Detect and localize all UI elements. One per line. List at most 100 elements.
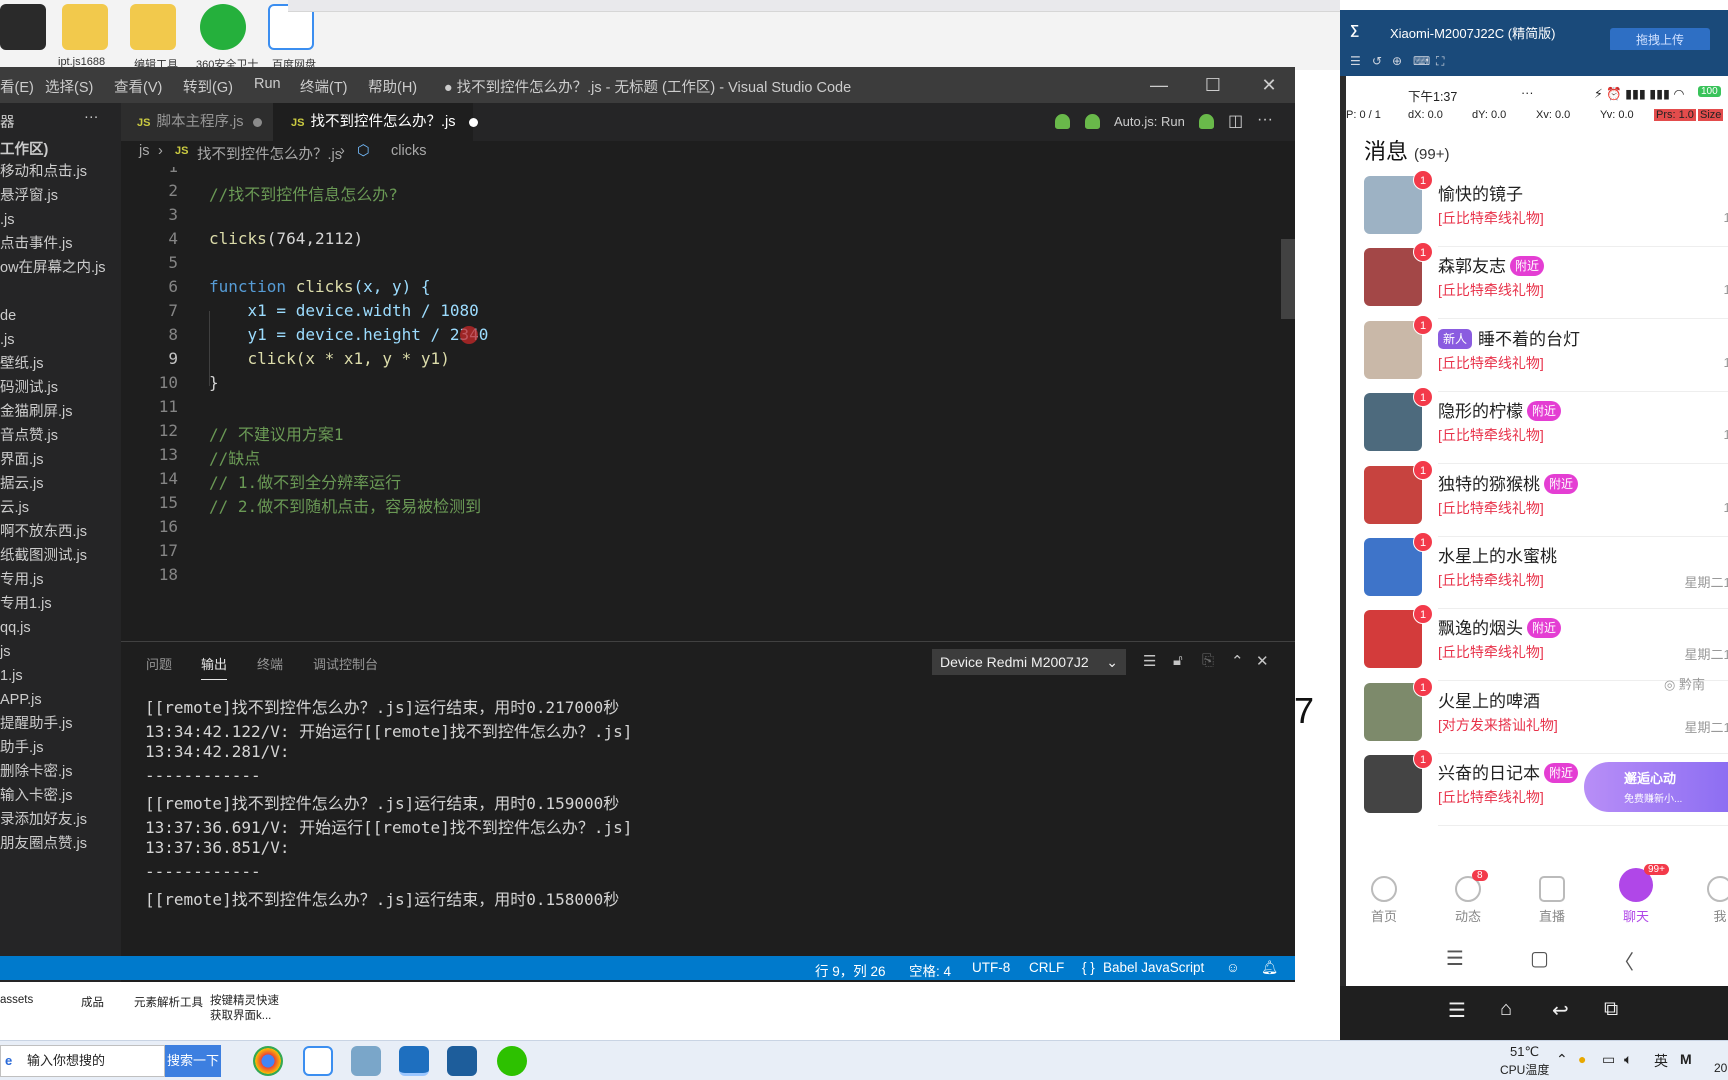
desktop-label[interactable]: 成品 — [81, 994, 104, 1010]
nav-me[interactable]: 我 — [1690, 876, 1728, 925]
chat-list-item[interactable]: 1独特的猕猴桃附近[丘比特牵线礼物]13 — [1346, 459, 1728, 546]
split-editor-icon[interactable]: ◫ — [1228, 111, 1243, 131]
ime-icon[interactable]: M — [1680, 1051, 1692, 1067]
end-of-line[interactable]: CRLF — [1029, 960, 1064, 975]
desktop-label[interactable]: 元素解析工具 — [134, 994, 203, 1010]
phone-screen[interactable]: 下午1:37 ··· ⚡ ⏰ ▮▮▮ ▮▮▮ ◠ 100 P: 0 / 1 dX… — [1346, 76, 1728, 986]
file-item[interactable]: APP.js — [0, 689, 121, 711]
file-item[interactable]: qq.js — [0, 617, 121, 639]
desktop-label[interactable]: 按键精灵快速获取界面k... — [210, 994, 290, 1024]
chrome-icon[interactable] — [253, 1046, 283, 1076]
chat-list-item[interactable]: 1森郭友志附近 [丘比特牵线礼物] 13 — [1346, 242, 1728, 328]
network-icon[interactable]: ▭ — [1602, 1051, 1615, 1068]
workspace-root[interactable]: 工作区) — [0, 139, 121, 161]
clock[interactable]: 20 — [1714, 1061, 1727, 1075]
nav-live[interactable]: 直播 — [1522, 876, 1582, 925]
file-item[interactable]: 壁纸.js — [0, 353, 121, 375]
chat-list-item[interactable]: 1 愉快的镜子 [丘比特牵线礼物] 13 — [1346, 170, 1728, 256]
tab-debug-console[interactable]: 调试控制台 — [313, 654, 378, 673]
breadcrumb-file[interactable]: 找不到控件怎么办？.js — [197, 143, 342, 164]
back-icon[interactable]: ↩ — [1552, 998, 1569, 1023]
output-channel-select[interactable]: Device Redmi M2007J2 ⌄ — [932, 649, 1126, 675]
notifications-bell-icon[interactable]: 🔔︎ — [1261, 960, 1278, 976]
file-item[interactable]: 界面.js — [0, 449, 121, 471]
list-icon[interactable]: ☰ — [1350, 54, 1361, 68]
file-item[interactable]: 啊不放东西.js — [0, 521, 121, 543]
autojs-plugin-icon[interactable] — [1199, 113, 1214, 130]
fullscreen-icon[interactable]: ⛶ — [1436, 54, 1444, 69]
file-encoding[interactable]: UTF-8 — [972, 960, 1010, 975]
more-actions-icon[interactable]: ··· — [1257, 111, 1273, 129]
file-item[interactable]: 点击事件.js — [0, 233, 121, 255]
language-mode[interactable]: Babel JavaScript — [1103, 960, 1204, 975]
chat-list-item[interactable]: 1隐形的柠檬附近 [丘比特牵线礼物] 13 — [1346, 387, 1728, 473]
breadcrumb-symbol[interactable]: clicks — [391, 143, 426, 159]
file-item[interactable]: 专用1.js — [0, 593, 121, 615]
clear-output-icon[interactable]: ☰ — [1143, 652, 1156, 670]
chat-list-item[interactable]: 1火星上的啤酒 [对方发来搭讪礼物] 星期二15 — [1346, 676, 1728, 763]
more-actions-icon[interactable]: ··· — [84, 109, 99, 125]
file-item[interactable]: .js — [0, 209, 121, 231]
file-item[interactable]: 移动和点击.js — [0, 161, 121, 183]
unsaved-dot-icon[interactable] — [253, 117, 263, 127]
chevron-up-icon[interactable]: ⌃ — [1556, 1051, 1568, 1068]
recent-apps-icon[interactable]: ⧉ — [1604, 998, 1618, 1021]
file-item[interactable]: 提醒助手.js — [0, 713, 121, 735]
keyboard-icon[interactable]: ⌨ — [1413, 54, 1430, 68]
file-item[interactable]: js — [0, 641, 121, 663]
security-guard-icon[interactable] — [200, 4, 246, 50]
nav-chat[interactable]: 聊天 99+ — [1606, 864, 1669, 925]
file-item[interactable]: .js — [0, 329, 121, 351]
cursor-position[interactable]: 行 9，列 26 — [815, 960, 886, 980]
app-shortcut-icon[interactable] — [0, 4, 46, 50]
close-panel-icon[interactable]: ✕ — [1256, 652, 1269, 670]
home-icon[interactable]: ▢ — [1530, 946, 1549, 971]
file-item[interactable]: ow在屏幕之内.js — [0, 257, 121, 279]
folder-icon[interactable] — [130, 4, 176, 50]
autojs-plugin-icon[interactable] — [1055, 113, 1070, 130]
input-language[interactable]: 英 — [1654, 1051, 1668, 1071]
zoom-icon[interactable]: ⊕ — [1392, 54, 1402, 68]
editor-scrollbar[interactable] — [1281, 239, 1295, 319]
file-item[interactable]: 朋友圈点赞.js — [0, 833, 121, 855]
close-button[interactable]: ✕ — [1249, 71, 1289, 99]
search-button[interactable]: 搜索一下 — [165, 1045, 221, 1077]
tab-output[interactable]: 输出 — [201, 654, 228, 680]
breadcrumb-folder[interactable]: js — [139, 143, 149, 159]
feedback-icon[interactable]: ☺ — [1226, 960, 1240, 975]
autojs-plugin-icon[interactable] — [1085, 113, 1100, 130]
file-item[interactable]: 输入卡密.js — [0, 785, 121, 807]
autojs-run-button[interactable]: Auto.js: Run — [1114, 114, 1185, 129]
menu-icon[interactable]: ☰ — [1446, 946, 1464, 971]
folder-icon[interactable] — [62, 4, 108, 50]
file-item[interactable]: 1.js — [0, 665, 121, 687]
home-icon[interactable]: ⌂ — [1500, 998, 1512, 1021]
nav-moments[interactable]: 动态 8 — [1438, 870, 1498, 925]
open-editor-icon[interactable]: ⎘ — [1202, 652, 1214, 669]
unsaved-dot-icon[interactable] — [469, 117, 479, 127]
file-item[interactable]: 据云.js — [0, 473, 121, 495]
cloud-drive-icon[interactable] — [303, 1046, 333, 1076]
menu-icon[interactable]: ☰ — [1448, 998, 1466, 1023]
file-item[interactable]: 金猫刷屏.js — [0, 401, 121, 423]
back-icon[interactable]: 〈 — [1614, 946, 1634, 975]
rotate-icon[interactable]: ↺ — [1372, 54, 1382, 68]
file-item[interactable]: 音点赞.js — [0, 425, 121, 447]
file-item[interactable]: 纸截图测试.js — [0, 545, 121, 567]
file-item[interactable]: de — [0, 305, 121, 327]
chat-list-item[interactable]: 1 水星上的水蜜桃 [丘比特牵线礼物] 星期二15 — [1346, 532, 1728, 618]
maximize-panel-icon[interactable]: ⌃ — [1231, 652, 1244, 670]
desktop-label[interactable]: assets — [0, 994, 33, 1006]
tab-problems[interactable]: 问题 — [146, 654, 172, 673]
file-item[interactable]: 删除卡密.js — [0, 761, 121, 783]
file-item[interactable] — [0, 281, 121, 303]
nav-home[interactable]: 首页 — [1354, 876, 1414, 925]
file-item[interactable]: 专用.js — [0, 569, 121, 591]
tab-terminal[interactable]: 终端 — [257, 654, 283, 673]
tab-current-file[interactable]: JS 找不到控件怎么办？.js — [273, 103, 479, 141]
c-app-icon[interactable] — [447, 1046, 477, 1076]
notepad-icon[interactable] — [351, 1046, 381, 1076]
code-editor[interactable]: 123456789101112131415161718 //找不到控件信息怎么办… — [121, 167, 1295, 641]
chat-list-item[interactable]: 1新人睡不着的台灯 [丘比特牵线礼物] 13 — [1346, 314, 1728, 401]
indentation-setting[interactable]: 空格: 4 — [909, 960, 951, 980]
